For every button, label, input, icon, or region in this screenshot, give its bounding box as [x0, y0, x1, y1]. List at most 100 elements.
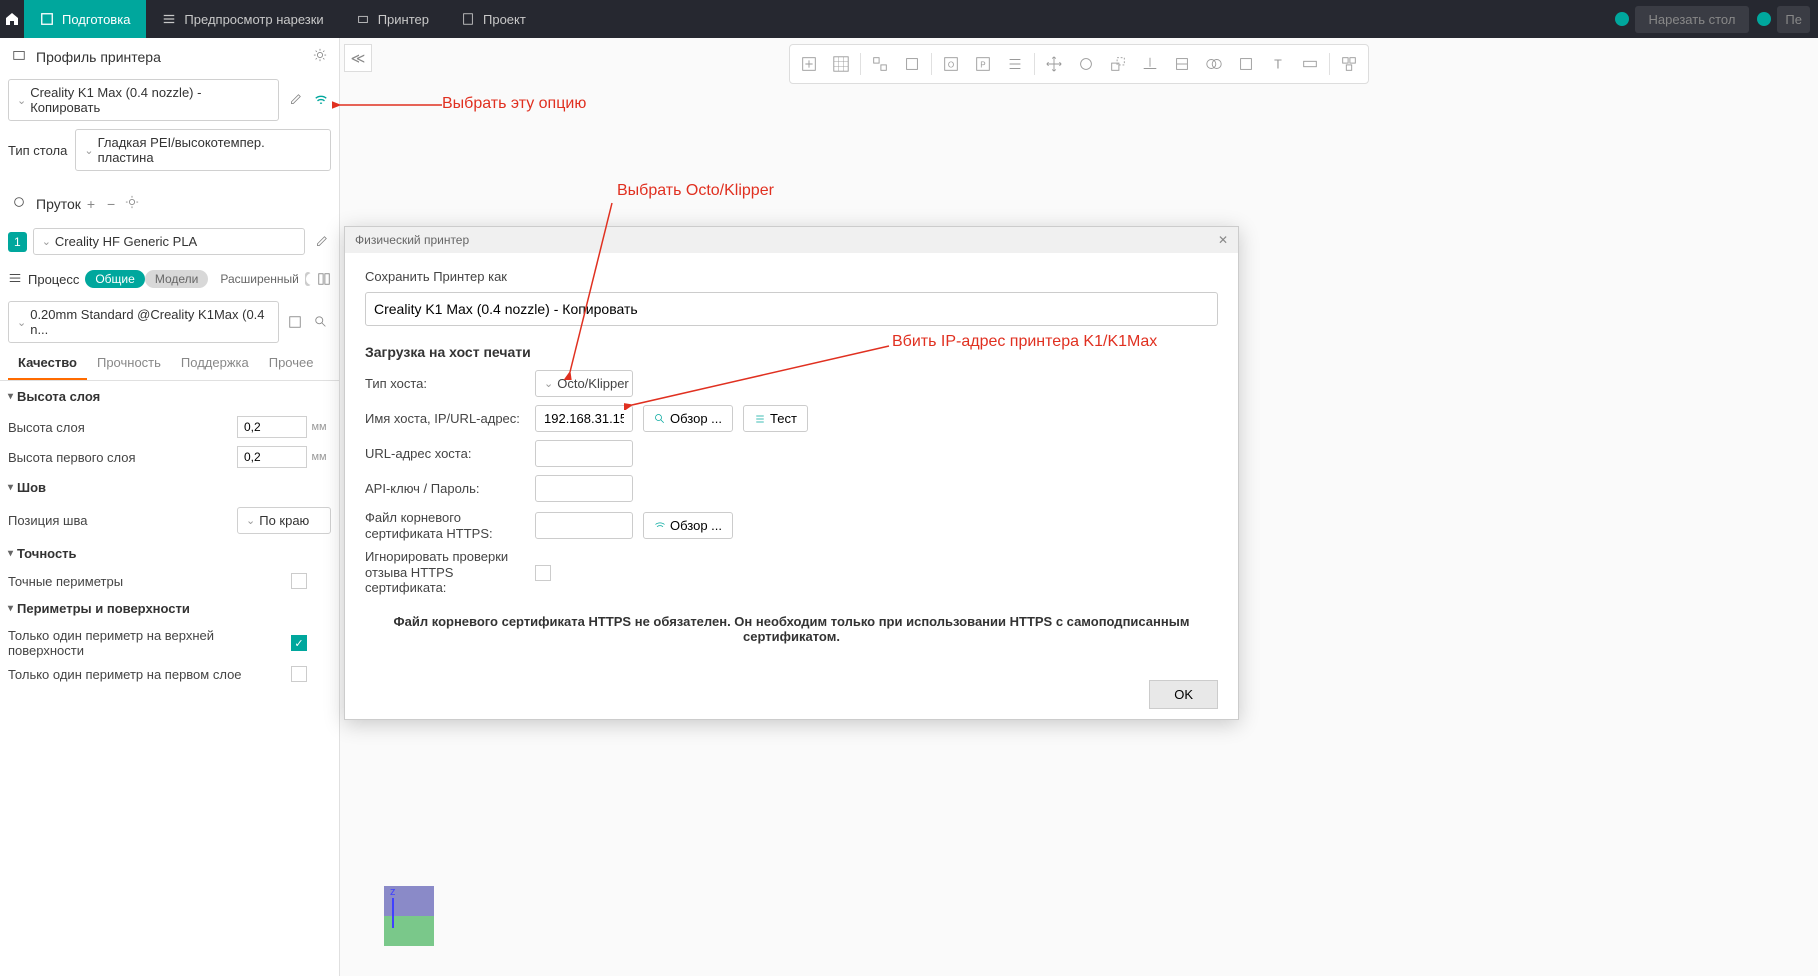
filament-number-badge: 1 [8, 232, 27, 252]
process-preset-select[interactable]: ⌄ 0.20mm Standard @Creality K1Max (0.4 n… [8, 301, 279, 343]
search-icon[interactable] [311, 312, 331, 332]
advanced-toggle[interactable] [305, 272, 311, 286]
compare-icon[interactable] [317, 269, 331, 289]
tab-quality[interactable]: Качество [8, 347, 87, 380]
home-icon[interactable] [0, 0, 24, 38]
split-object-icon[interactable]: O [936, 49, 966, 79]
svg-text:T: T [1274, 58, 1282, 72]
host-url-input[interactable] [535, 440, 633, 467]
support-paint-icon[interactable] [1231, 49, 1261, 79]
unit-mm: мм [307, 421, 331, 433]
edit-preset-icon[interactable] [285, 90, 305, 110]
tab-printer[interactable]: Принтер [340, 0, 445, 38]
printer-preset-select[interactable]: ⌄ Creality K1 Max (0.4 nozzle) - Копиров… [8, 79, 279, 121]
save-preset-icon[interactable] [285, 312, 305, 332]
process-header: Процесс ОбщиеМодели Расширенный [0, 261, 339, 297]
pill-common[interactable]: Общие [85, 270, 144, 288]
text-icon[interactable]: T [1263, 49, 1293, 79]
height-range-icon[interactable] [1000, 49, 1030, 79]
filament-header: Пруток + − [0, 185, 339, 222]
close-icon[interactable]: ✕ [1218, 233, 1228, 247]
tab-prepare[interactable]: Подготовка [24, 0, 146, 38]
tab-project[interactable]: Проект [445, 0, 542, 38]
cut-icon[interactable] [1167, 49, 1197, 79]
split-part-icon[interactable]: P [968, 49, 998, 79]
physical-printer-dialog: Физический принтер ✕ Сохранить Принтер к… [344, 226, 1239, 720]
process-title: Процесс [28, 272, 79, 287]
browse-button[interactable]: Обзор ... [643, 405, 733, 432]
gear-icon[interactable] [313, 48, 327, 65]
top-menubar: Подготовка Предпросмотр нарезки Принтер … [0, 0, 1818, 38]
filament-select[interactable]: ⌄ Creality HF Generic PLA [33, 228, 305, 255]
tab-support[interactable]: Поддержка [171, 347, 259, 380]
single-top-checkbox[interactable]: ✓ [291, 635, 307, 651]
hostname-input[interactable] [535, 405, 633, 432]
search-icon [654, 413, 666, 425]
add-filament-icon[interactable]: + [81, 196, 101, 212]
remove-filament-icon[interactable]: − [101, 196, 121, 212]
move-icon[interactable] [1039, 49, 1069, 79]
add-cube-icon[interactable] [794, 49, 824, 79]
gear-icon[interactable] [125, 195, 139, 212]
cert-label: Файл корневого сертификата HTTPS: [365, 510, 525, 541]
mesh-boolean-icon[interactable] [1199, 49, 1229, 79]
svg-text:O: O [948, 61, 954, 70]
flatten-icon[interactable] [1135, 49, 1165, 79]
arachne-label: Точные периметры [8, 574, 291, 589]
chevron-down-icon: ⌄ [17, 94, 26, 107]
wifi-icon[interactable] [311, 90, 331, 110]
pill-models[interactable]: Модели [145, 270, 209, 288]
chevron-down-icon: ⌄ [42, 235, 51, 248]
seam-pos-value: По краю [259, 513, 309, 528]
chevron-down-icon: ⌄ [84, 144, 93, 157]
section-seam[interactable]: ▾Шов [0, 472, 339, 503]
single-first-checkbox[interactable] [291, 666, 307, 682]
section-walls[interactable]: ▾Периметры и поверхности [0, 593, 339, 624]
measure-icon[interactable] [1295, 49, 1325, 79]
assembly-icon[interactable] [1334, 49, 1364, 79]
sidebar: Профиль принтера ⌄ Creality K1 Max (0.4 … [0, 38, 340, 976]
filament-value: Creality HF Generic PLA [55, 234, 197, 249]
tab-preview-label: Предпросмотр нарезки [184, 12, 323, 27]
printer-profile-header: Профиль принтера [0, 38, 339, 75]
axis-gizmo[interactable]: z [370, 876, 450, 956]
status-dot-icon-2 [1757, 12, 1771, 26]
slice-button[interactable]: Нарезать стол [1635, 6, 1750, 33]
collapse-sidebar-icon[interactable]: ≪ [344, 44, 372, 72]
export-button-label: Пе [1785, 12, 1802, 27]
first-layer-input[interactable] [237, 446, 307, 468]
host-type-select[interactable]: ⌄ Octo/Klipper [535, 370, 633, 397]
process-icon [8, 271, 22, 288]
arachne-checkbox[interactable] [291, 573, 307, 589]
save-as-input[interactable] [365, 292, 1218, 326]
tab-other[interactable]: Прочее [259, 347, 324, 380]
slice-button-label: Нарезать стол [1649, 12, 1736, 27]
cert-browse-button[interactable]: Обзор ... [643, 512, 733, 539]
test-button[interactable]: Тест [743, 405, 808, 432]
ok-button[interactable]: OK [1149, 680, 1218, 709]
tab-strength[interactable]: Прочность [87, 347, 171, 380]
add-plate-icon[interactable] [826, 49, 856, 79]
cert-note: Файл корневого сертификата HTTPS не обяз… [365, 604, 1218, 654]
arrange-icon[interactable] [865, 49, 895, 79]
cert-input[interactable] [535, 512, 633, 539]
hostname-label: Имя хоста, IP/URL-адрес: [365, 411, 525, 426]
layer-height-input[interactable] [237, 416, 307, 438]
ignore-revoke-checkbox[interactable] [535, 565, 551, 581]
scale-icon[interactable] [1103, 49, 1133, 79]
plate-type-select[interactable]: ⌄ Гладкая PEI/высокотемпер. пластина [75, 129, 331, 171]
edit-filament-icon[interactable] [311, 232, 331, 252]
section-precision[interactable]: ▾Точность [0, 538, 339, 569]
settings-tabs: Качество Прочность Поддержка Прочее [0, 347, 339, 381]
test-label: Тест [770, 411, 797, 426]
first-layer-label: Высота первого слоя [8, 450, 237, 465]
seam-pos-select[interactable]: ⌄ По краю [237, 507, 331, 534]
tab-preview[interactable]: Предпросмотр нарезки [146, 0, 339, 38]
section-layer-height[interactable]: ▾Высота слоя [0, 381, 339, 412]
api-key-input[interactable] [535, 475, 633, 502]
browse-label: Обзор ... [670, 411, 722, 426]
orient-icon[interactable] [897, 49, 927, 79]
rotate-icon[interactable] [1071, 49, 1101, 79]
dialog-title: Физический принтер [355, 233, 469, 247]
export-button[interactable]: Пе [1777, 6, 1810, 33]
